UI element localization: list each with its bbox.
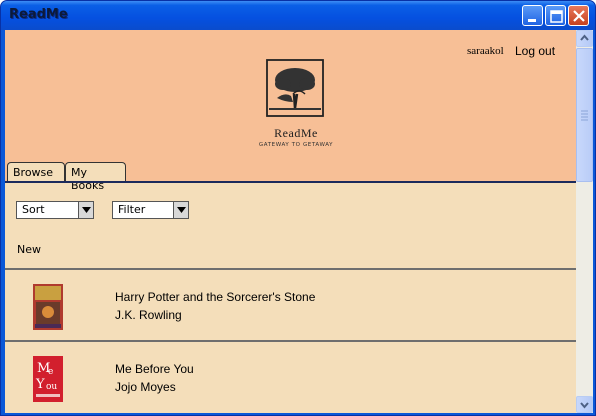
- filter-dropdown-label: Filter: [118, 203, 146, 216]
- chevron-down-icon: [580, 402, 589, 409]
- book-cover-image: M e Y ou: [33, 356, 63, 402]
- minimize-icon: [528, 19, 536, 22]
- sort-dropdown-label: Sort: [22, 203, 45, 216]
- book-row[interactable]: M e Y ou Me Before You Jojo Moyes: [5, 342, 576, 412]
- filter-dropdown[interactable]: Filter: [112, 201, 189, 219]
- chevron-down-icon: [173, 202, 188, 218]
- logout-link[interactable]: Log out: [515, 44, 555, 58]
- close-button[interactable]: [568, 5, 589, 26]
- sort-dropdown[interactable]: Sort: [16, 201, 94, 219]
- grip-icon: [581, 110, 588, 121]
- tab-underline: [5, 181, 576, 183]
- vertical-scrollbar[interactable]: [576, 30, 593, 413]
- svg-text:Y: Y: [35, 377, 45, 392]
- brand-name: ReadMe: [274, 126, 318, 140]
- username-label: saraakol: [467, 45, 504, 57]
- scroll-thumb[interactable]: [576, 48, 593, 182]
- chevron-up-icon: [580, 34, 589, 41]
- app-header: saraakol Log out ReadMe GATEWAY TO GETAW…: [5, 30, 576, 192]
- book-title: Me Before You: [115, 362, 194, 376]
- window-title: ReadMe: [9, 7, 68, 22]
- title-bar[interactable]: ReadMe: [1, 1, 595, 30]
- book-row[interactable]: Harry Potter and the Sorcerer's Stone J.…: [5, 270, 576, 340]
- close-icon: [573, 10, 585, 22]
- book-author: J.K. Rowling: [115, 308, 182, 322]
- book-title: Harry Potter and the Sorcerer's Stone: [115, 290, 316, 304]
- book-author: Jojo Moyes: [115, 380, 176, 394]
- tab-browse[interactable]: Browse: [7, 162, 65, 183]
- tree-reader-logo: [266, 59, 324, 117]
- client-area: saraakol Log out ReadMe GATEWAY TO GETAW…: [5, 30, 593, 413]
- scroll-up-button[interactable]: [576, 30, 593, 47]
- tab-my-books-label: My Books: [71, 166, 105, 192]
- maximize-icon: [550, 10, 563, 23]
- chevron-down-icon: [78, 202, 93, 218]
- svg-text:ou: ou: [46, 382, 57, 392]
- book-cover-image: [33, 284, 63, 330]
- brand-tagline: GATEWAY TO GETAWAY: [258, 142, 334, 148]
- scroll-down-button[interactable]: [576, 396, 593, 413]
- minimize-button[interactable]: [522, 5, 543, 26]
- section-label-new: New: [17, 243, 41, 256]
- tab-my-books[interactable]: My Books: [65, 162, 126, 192]
- maximize-button[interactable]: [545, 5, 566, 26]
- tab-browse-label: Browse: [13, 166, 54, 179]
- svg-text:e: e: [48, 367, 53, 377]
- app-window: ReadMe saraakol Log out ReadMe GATEWAY T…: [0, 0, 596, 416]
